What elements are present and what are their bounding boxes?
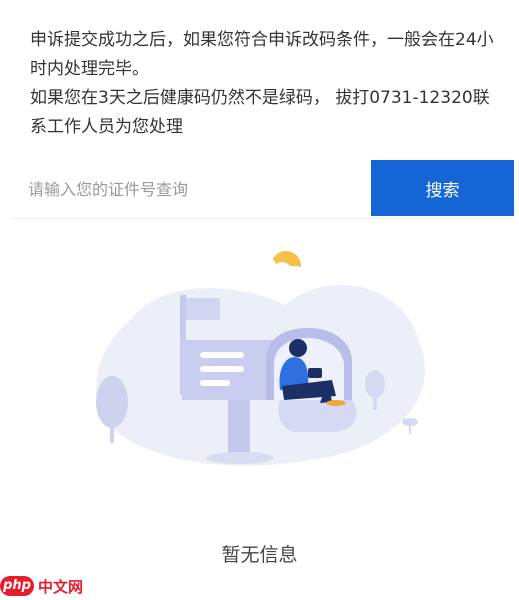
notice-paragraph-1: 申诉提交成功之后，如果您符合申诉改码条件，一般会在24小时内处理完毕。 bbox=[30, 30, 494, 79]
id-number-search-input[interactable] bbox=[12, 160, 380, 218]
php-logo: php bbox=[0, 576, 34, 596]
mailbox-post bbox=[228, 390, 250, 458]
empty-state-text: 暂无信息 bbox=[221, 544, 298, 566]
mushroom-icon bbox=[402, 418, 418, 434]
empty-state-illustration bbox=[70, 250, 450, 480]
search-bar: 搜索 bbox=[12, 160, 514, 219]
site-watermark: php 中文网 bbox=[0, 574, 83, 598]
watermark-text: 中文网 bbox=[38, 577, 84, 596]
search-button[interactable]: 搜索 bbox=[371, 160, 514, 216]
notice-text: 申诉提交成功之后，如果您符合申诉改码条件，一般会在24小时内处理完毕。 如果您在… bbox=[30, 26, 500, 142]
notice-paragraph-2: 如果您在3天之后健康码仍然不是绿码， 拔打0731-12320联系工作人员为您处… bbox=[30, 88, 490, 137]
